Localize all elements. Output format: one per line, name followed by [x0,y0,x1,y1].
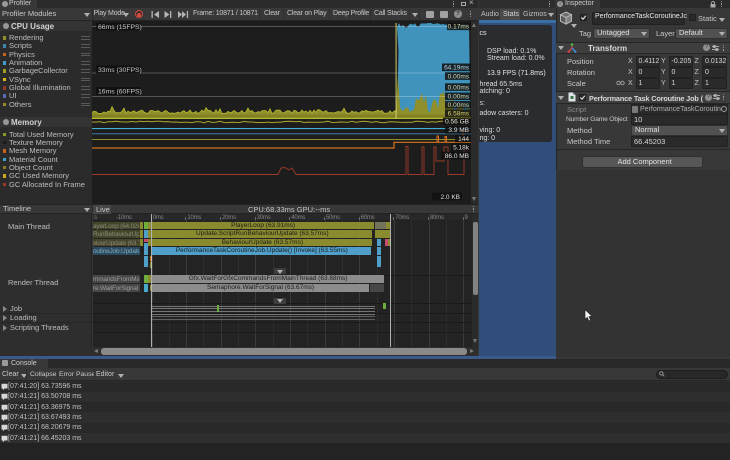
svg-text:3.9 MB: 3.9 MB [448,127,469,134]
svg-text:0.56 GB: 0.56 GB [445,119,469,126]
svg-text:0.00ms: 0.00ms [448,74,470,81]
svg-text:144: 144 [458,136,469,143]
svg-text:33ms (30FPS): 33ms (30FPS) [98,67,142,74]
svg-text:66ms (15FPS): 66ms (15FPS) [98,24,142,31]
svg-text:86.0 MB: 86.0 MB [445,153,469,160]
svg-text:2.0 KB: 2.0 KB [440,194,460,201]
svg-text:0.00ms: 0.00ms [448,102,470,109]
svg-text:6.58ms: 6.58ms [448,111,470,118]
svg-text:64.19ms: 64.19ms [444,65,470,72]
svg-text:0.17ms: 0.17ms [448,24,470,31]
svg-text:16ms (60FPS): 16ms (60FPS) [98,88,142,95]
svg-text:0.00ms: 0.00ms [448,85,470,92]
svg-text:5.18k: 5.18k [453,144,470,151]
svg-text:0.00ms: 0.00ms [448,94,470,101]
